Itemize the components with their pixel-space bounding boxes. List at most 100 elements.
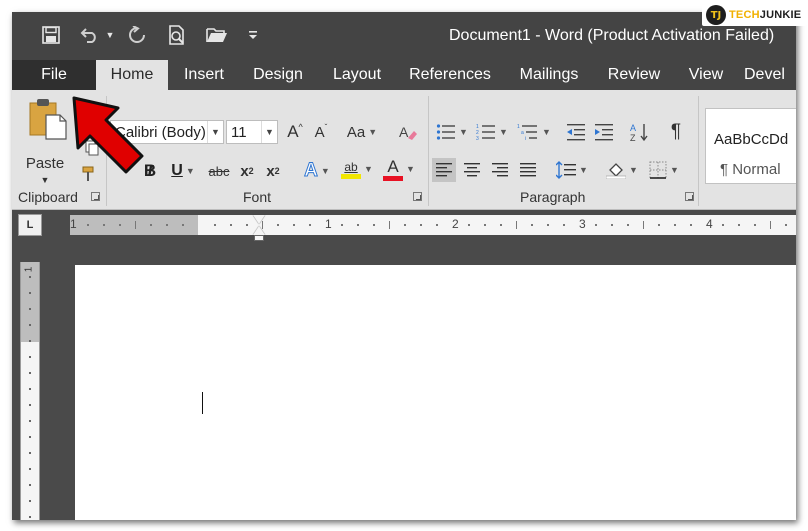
increase-indent-icon[interactable] bbox=[592, 120, 616, 144]
ruler-dot bbox=[468, 224, 470, 226]
text-cursor bbox=[202, 392, 203, 414]
align-right-icon[interactable] bbox=[488, 158, 512, 182]
ruler-dot bbox=[722, 224, 724, 226]
decrease-indent-icon[interactable] bbox=[564, 120, 588, 144]
red-arrow-icon bbox=[68, 94, 148, 184]
tab-developer[interactable]: Devel bbox=[744, 60, 796, 90]
justify-icon[interactable] bbox=[516, 158, 540, 182]
grow-font-button[interactable]: A^ bbox=[284, 120, 306, 144]
change-case-button[interactable]: Aa▼ bbox=[342, 120, 382, 144]
ruler-dot bbox=[690, 224, 692, 226]
tab-mailings[interactable]: Mailings bbox=[512, 60, 586, 90]
font-color-button[interactable]: A ▼ bbox=[380, 154, 418, 184]
vertical-ruler-dot bbox=[29, 516, 31, 518]
ruler-dot bbox=[547, 224, 549, 226]
ruler-dot bbox=[658, 224, 660, 226]
undo-dropdown-icon[interactable]: ▼ bbox=[104, 22, 116, 48]
print-preview-icon[interactable] bbox=[164, 22, 190, 48]
align-center-icon[interactable] bbox=[460, 158, 484, 182]
tj-badge-icon: TJ bbox=[706, 5, 726, 25]
hanging-indent-marker[interactable] bbox=[253, 226, 265, 235]
horizontal-ruler[interactable]: 1 1 2 3 4 bbox=[70, 215, 796, 235]
tab-selector[interactable]: L bbox=[18, 214, 42, 236]
ruler-dot bbox=[420, 224, 422, 226]
tab-view[interactable]: View bbox=[682, 60, 730, 90]
shrink-font-button[interactable]: Aˇ bbox=[310, 120, 332, 144]
underline-button[interactable]: U▼ bbox=[166, 160, 200, 182]
bullets-button[interactable]: ▼ bbox=[434, 120, 470, 144]
paste-dropdown-icon[interactable]: ▼ bbox=[38, 174, 52, 186]
ruler-dot bbox=[357, 224, 359, 226]
tab-insert[interactable]: Insert bbox=[178, 60, 230, 90]
open-folder-icon[interactable] bbox=[203, 22, 231, 48]
ruler-dot bbox=[214, 224, 216, 226]
ruler-dot bbox=[309, 224, 311, 226]
ruler-half-tick bbox=[135, 221, 136, 229]
paste-button[interactable]: Paste bbox=[20, 152, 70, 174]
undo-icon[interactable] bbox=[78, 22, 102, 48]
superscript-label: x bbox=[266, 163, 274, 180]
font-size-value: 11 bbox=[231, 124, 247, 141]
font-launcher-icon[interactable] bbox=[413, 192, 422, 201]
vertical-ruler-dot bbox=[29, 500, 31, 502]
ruler-dot bbox=[230, 224, 232, 226]
tab-references[interactable]: References bbox=[404, 60, 496, 90]
grow-font-icon: A bbox=[287, 122, 298, 142]
font-group-label: Font bbox=[243, 189, 271, 205]
tab-review[interactable]: Review bbox=[602, 60, 666, 90]
document-page[interactable] bbox=[75, 265, 796, 520]
chevron-down-icon[interactable]: ▼ bbox=[207, 121, 223, 143]
ruler-half-tick bbox=[389, 221, 390, 229]
style-normal-tile[interactable]: AaBbCcDd ¶ Normal bbox=[705, 108, 796, 184]
chevron-down-icon: ▼ bbox=[406, 164, 415, 174]
highlight-label: ab bbox=[344, 160, 357, 174]
chevron-down-icon: ▼ bbox=[629, 165, 638, 175]
tab-layout[interactable]: Layout bbox=[326, 60, 388, 90]
vertical-ruler-dot bbox=[29, 372, 31, 374]
ruler-dot bbox=[293, 224, 295, 226]
vertical-ruler-dot bbox=[29, 420, 31, 422]
tab-design[interactable]: Design bbox=[246, 60, 310, 90]
highlight-button[interactable]: ab ▼ bbox=[338, 154, 376, 184]
clipboard-launcher-icon[interactable] bbox=[91, 192, 100, 201]
subscript-button[interactable]: x2 bbox=[236, 160, 258, 182]
watermark-brand-part1: TECH bbox=[729, 9, 760, 21]
shrink-font-icon: A bbox=[315, 124, 325, 141]
align-left-icon[interactable] bbox=[432, 158, 456, 182]
left-indent-marker[interactable] bbox=[254, 235, 264, 241]
ruler-dot bbox=[595, 224, 597, 226]
line-spacing-button[interactable]: ▼ bbox=[552, 158, 592, 182]
superscript-button[interactable]: x2 bbox=[262, 160, 284, 182]
clear-formatting-icon[interactable]: A bbox=[396, 120, 420, 144]
ruler-dot bbox=[150, 224, 152, 226]
ribbon-tabs: File Home Insert Design Layout Reference… bbox=[12, 60, 796, 90]
ruler-dot bbox=[738, 224, 740, 226]
vertical-ruler[interactable]: 1 bbox=[20, 262, 40, 520]
vertical-ruler-dot bbox=[29, 340, 31, 342]
svg-text:3: 3 bbox=[476, 136, 479, 141]
sort-icon[interactable]: AZ bbox=[628, 120, 652, 144]
show-formatting-button[interactable]: ¶ bbox=[664, 120, 688, 144]
redo-icon[interactable] bbox=[125, 22, 149, 48]
style-name-label: ¶ Normal bbox=[720, 161, 781, 178]
save-icon[interactable] bbox=[38, 22, 64, 48]
horizontal-ruler-row: L 1 1 2 3 4 bbox=[12, 211, 796, 238]
strikethrough-button[interactable]: abc bbox=[206, 160, 232, 182]
ruler-dot bbox=[166, 224, 168, 226]
text-effects-button[interactable]: A▼ bbox=[298, 160, 336, 182]
ruler-number: 2 bbox=[452, 217, 459, 231]
customize-qat-icon[interactable] bbox=[245, 22, 261, 48]
tab-file[interactable]: File bbox=[12, 60, 96, 90]
borders-button[interactable]: ▼ bbox=[644, 158, 684, 182]
text-effects-icon: A bbox=[304, 160, 318, 182]
font-size-box[interactable]: 11 ▼ bbox=[226, 120, 278, 144]
multilevel-list-button[interactable]: 1ai ▼ bbox=[514, 120, 554, 144]
tab-home[interactable]: Home bbox=[96, 60, 168, 90]
title-bar: ▼ Document1 - Word (Product Activation F… bbox=[12, 12, 796, 60]
numbering-button[interactable]: 123 ▼ bbox=[474, 120, 510, 144]
svg-text:1: 1 bbox=[517, 124, 520, 130]
chevron-down-icon[interactable]: ▼ bbox=[261, 121, 277, 143]
shading-button[interactable]: ▼ bbox=[602, 158, 642, 182]
paragraph-launcher-icon[interactable] bbox=[685, 192, 694, 201]
first-line-indent-marker[interactable] bbox=[253, 215, 265, 224]
